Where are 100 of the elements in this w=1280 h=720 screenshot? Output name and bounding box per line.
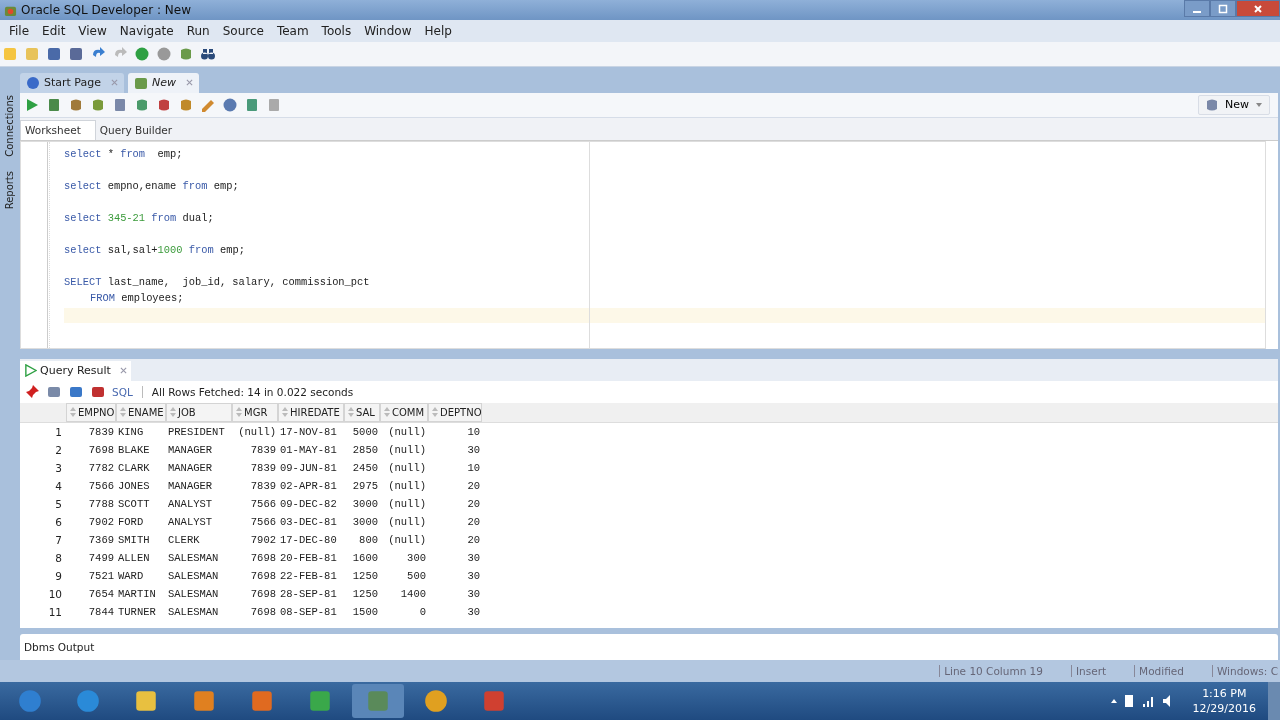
column-header[interactable]: HIREDATE <box>278 402 344 422</box>
menu-item[interactable]: Navigate <box>114 24 182 38</box>
panel-title: Dbms Output <box>24 641 95 653</box>
clock[interactable]: 1:16 PM 12/29/2016 <box>1192 686 1256 716</box>
window-title: Oracle SQL Developer : New <box>21 3 191 17</box>
side-tab[interactable]: Connections <box>3 95 15 157</box>
caret-icon <box>1255 100 1263 109</box>
minimize-icon <box>1193 10 1201 13</box>
table-cell-text: 3000 <box>351 497 379 510</box>
maximize-button[interactable] <box>1210 0 1236 17</box>
menu-item[interactable]: Team <box>271 24 317 38</box>
result-tab[interactable]: Query Result <box>20 360 131 381</box>
table-cell-text: 01-MAY-81 <box>279 443 338 456</box>
sql-link[interactable]: SQL <box>112 385 133 398</box>
table-cell-text: (null) <box>387 533 427 546</box>
table-cell-text: 1250 <box>351 587 379 600</box>
table-cell-text: CLERK <box>167 533 201 546</box>
table-cell-text: 22-FEB-81 <box>279 569 338 582</box>
table-cell-text: 7844 <box>87 605 115 618</box>
table-cell-text: 20 <box>466 497 481 510</box>
table-cell-text: FORD <box>117 515 145 528</box>
sort-icon <box>282 407 288 417</box>
minimize-button[interactable] <box>1184 0 1210 17</box>
menu-item[interactable]: File <box>4 24 38 38</box>
sql-editor[interactable]: select * from emp; select empno,ename from emp; select 345-21 from dual; select sal,sal+1000 from emp; SELECT last_name, job_id, salary, commission_pct FROM employees; <box>20 140 1266 349</box>
table-cell-text: 7698 <box>249 551 277 564</box>
editor-tab[interactable]: Worksheet <box>20 119 96 140</box>
table-cell-text: SALESMAN <box>167 587 220 600</box>
column-header[interactable]: MGR <box>232 402 278 422</box>
side-tab[interactable]: Reports <box>3 170 15 210</box>
sort-icon <box>384 407 390 417</box>
table-cell-text: MANAGER <box>167 479 214 492</box>
table-cell-text: (null) <box>387 515 427 528</box>
table-cell-text: BLAKE <box>117 443 151 456</box>
table-cell-text: 10 <box>466 461 481 474</box>
table-cell-text: (null) <box>387 443 427 456</box>
status-message: All Rows Fetched: 14 in 0.022 seconds <box>151 385 354 398</box>
row-number: 7 <box>54 533 63 546</box>
menu-item[interactable]: Help <box>419 24 460 38</box>
table-cell-text: 300 <box>406 551 427 564</box>
row-number: 3 <box>54 461 63 474</box>
table-cell-text: 1250 <box>351 569 379 582</box>
close-tab-icon[interactable] <box>186 79 193 87</box>
table-cell-text: SALESMAN <box>167 569 220 582</box>
row-number: 11 <box>47 605 63 618</box>
table-cell-text: SMITH <box>117 533 151 546</box>
row-number: 8 <box>54 551 63 564</box>
close-button[interactable] <box>1236 0 1280 17</box>
table-cell-text: MARTIN <box>117 587 157 600</box>
table-cell-text: 30 <box>466 587 481 600</box>
menu-item[interactable]: View <box>73 24 115 38</box>
table-cell-text: ANALYST <box>167 497 214 510</box>
close-tab-icon[interactable] <box>111 79 118 87</box>
column-header[interactable]: EMPNO <box>66 402 116 422</box>
table-cell-text: 20-FEB-81 <box>279 551 338 564</box>
connection-button[interactable]: New <box>1198 94 1270 115</box>
column-header[interactable]: COMM <box>380 402 428 422</box>
binoculars-icon[interactable] <box>200 46 216 62</box>
table-cell-text: 30 <box>466 605 481 618</box>
code-line: select empno,ename from emp; <box>64 178 240 194</box>
pin-icon[interactable] <box>24 383 40 400</box>
table-cell-text: 7839 <box>249 479 277 492</box>
row-number: 6 <box>54 515 63 528</box>
column-header[interactable]: DEPTNO <box>428 402 482 422</box>
table-cell-text: 2975 <box>351 479 379 492</box>
table-cell-text: MANAGER <box>167 461 214 474</box>
maximize-icon <box>1218 3 1228 14</box>
table-cell-text: 08-SEP-81 <box>279 605 338 618</box>
table-cell-text: 5000 <box>351 425 379 438</box>
table-cell-text: (null) <box>387 497 427 510</box>
close-tab-icon[interactable] <box>119 367 127 374</box>
row-number: 2 <box>54 443 63 456</box>
table-cell-text: 09-JUN-81 <box>279 461 338 474</box>
table-cell-text: 7499 <box>87 551 115 564</box>
table-cell-text: 7566 <box>249 497 277 510</box>
table-cell-text: 7902 <box>249 533 277 546</box>
table-cell-text: 3000 <box>351 515 379 528</box>
table-cell-text: 17-DEC-80 <box>279 533 338 546</box>
menu-item[interactable]: Window <box>359 24 420 38</box>
table-cell-text: 20 <box>466 533 481 546</box>
document-tab[interactable]: Start Page <box>20 72 124 93</box>
table-cell-text: 20 <box>466 515 481 528</box>
sort-icon <box>348 407 354 417</box>
sort-icon <box>170 407 176 417</box>
menu-item[interactable]: Source <box>217 24 272 38</box>
table-cell-text: 30 <box>466 551 481 564</box>
code-line: select * from emp; <box>64 146 184 162</box>
table-cell-text: 7839 <box>249 443 277 456</box>
column-header[interactable]: JOB <box>166 402 232 422</box>
menu-item[interactable]: Run <box>181 24 218 38</box>
circle-icon[interactable] <box>156 46 172 62</box>
column-header[interactable]: SAL <box>344 402 380 422</box>
document-tab[interactable]: New <box>128 72 199 93</box>
column-header[interactable]: ENAME <box>116 402 166 422</box>
table-cell-text: 7788 <box>87 497 115 510</box>
menu-item[interactable]: Tools <box>316 24 360 38</box>
editor-tab[interactable]: Query Builder <box>95 120 187 140</box>
table-cell-text: JONES <box>117 479 151 492</box>
table-cell-text: 10 <box>466 425 481 438</box>
menu-item[interactable]: Edit <box>37 24 74 38</box>
